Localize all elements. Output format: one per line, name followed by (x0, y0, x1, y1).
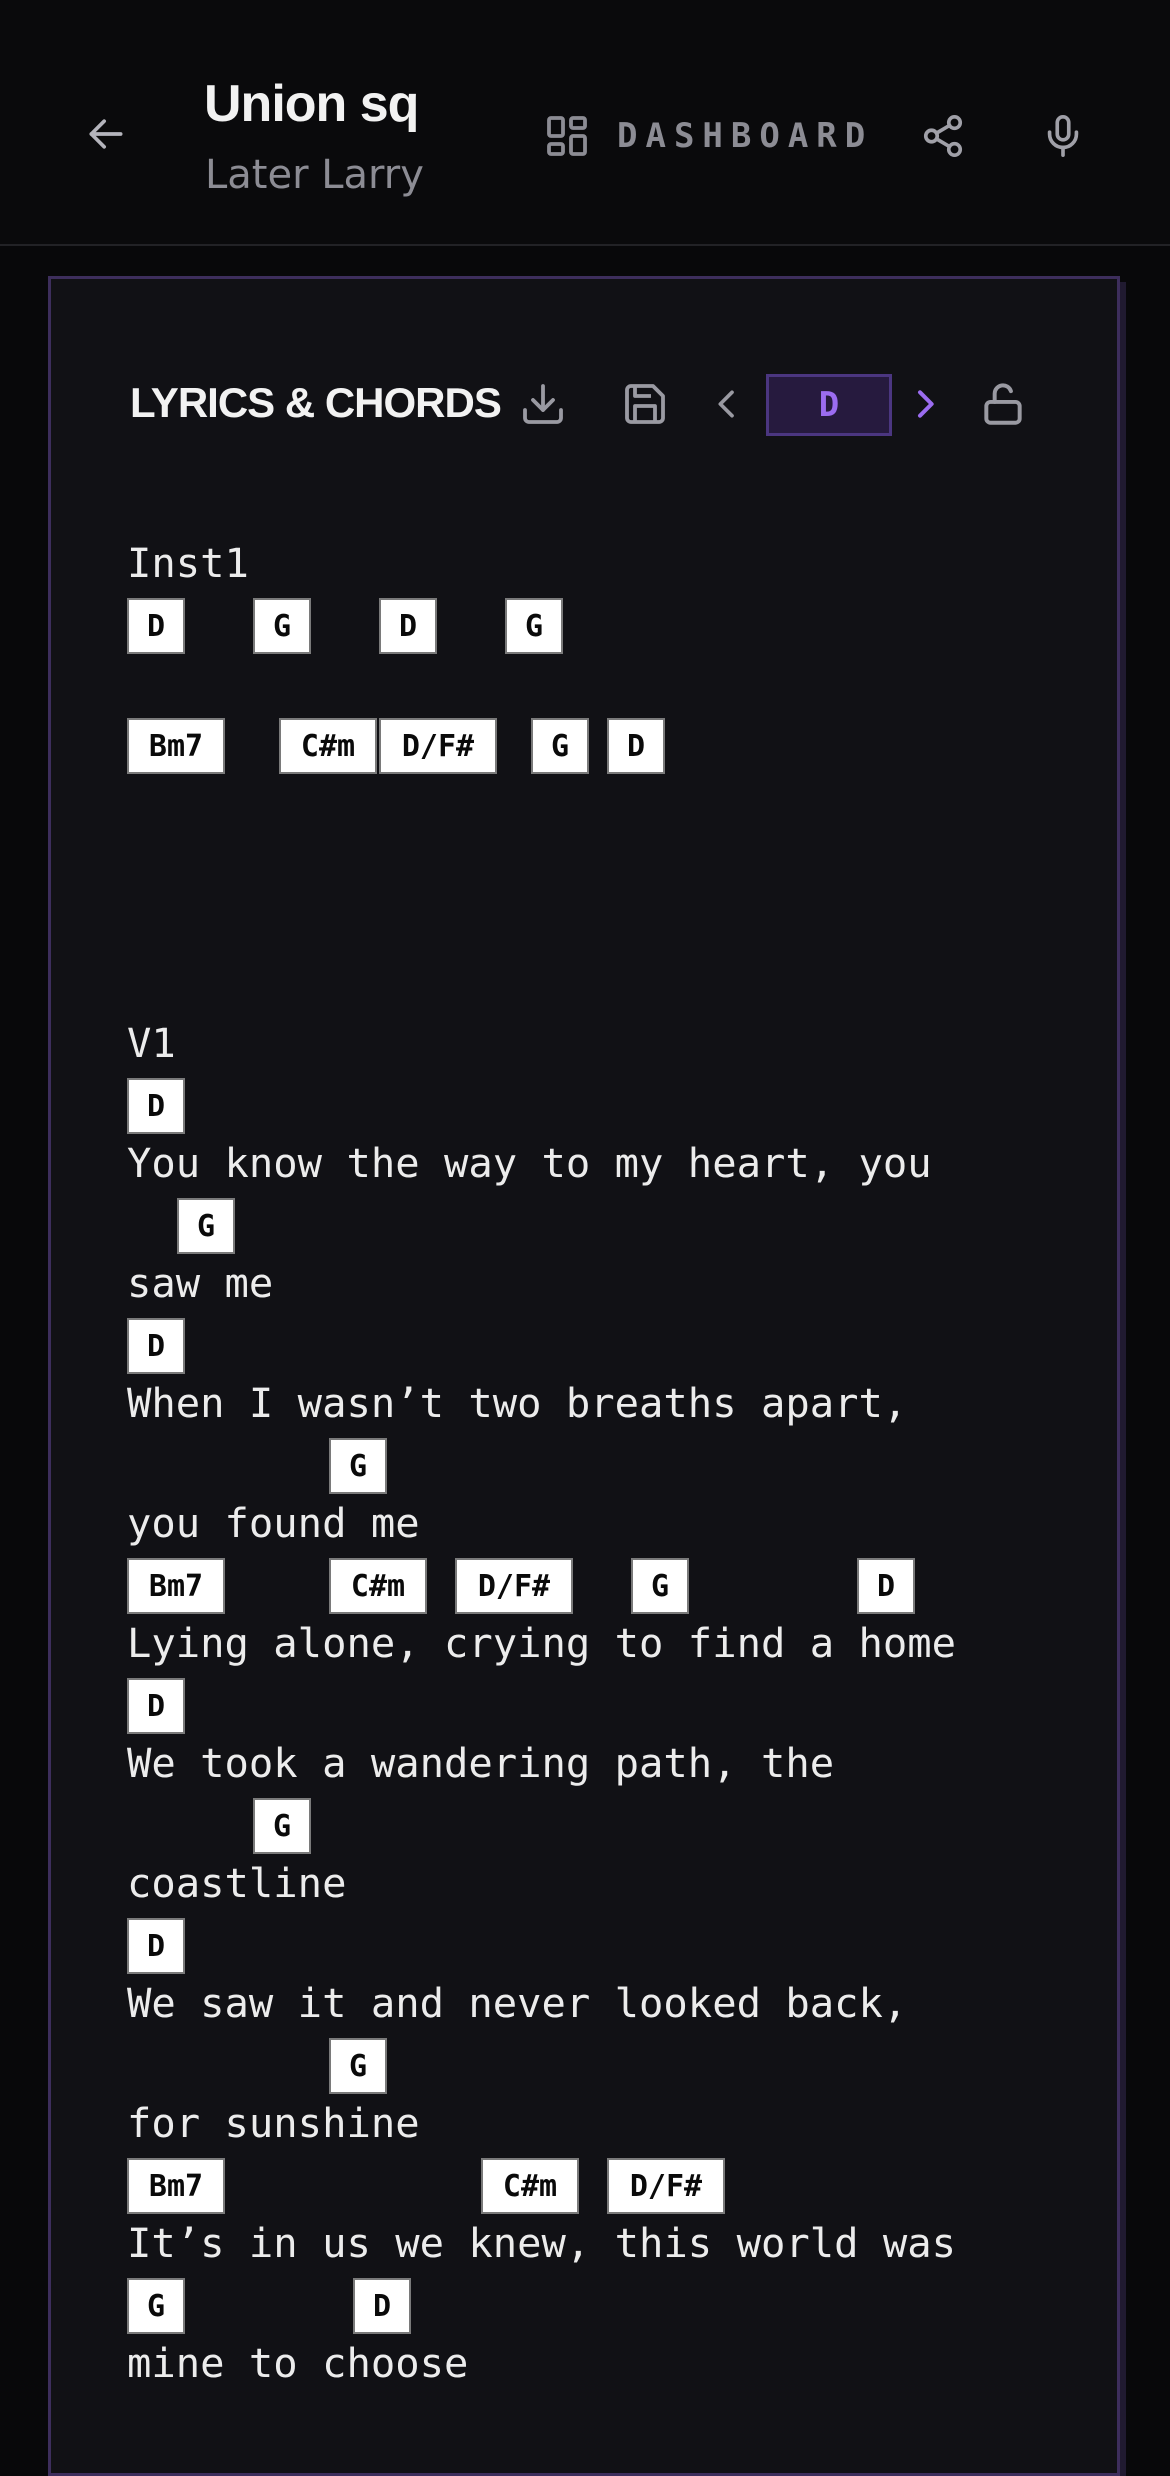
lyric-line: mine to choose (127, 2339, 469, 2387)
download-button[interactable] (515, 376, 571, 432)
previous-key-button[interactable] (705, 378, 749, 430)
chevron-right-icon (918, 390, 934, 418)
microphone-icon (1047, 115, 1079, 157)
chord-chip[interactable]: G (253, 598, 311, 654)
arrow-left-icon (89, 119, 123, 149)
save-button[interactable] (617, 376, 673, 432)
lyric-line: you found me (127, 1499, 420, 1547)
chord-chip[interactable]: G (531, 718, 589, 774)
chord-chip[interactable]: D (379, 598, 437, 654)
chord-chip[interactable]: D (127, 1678, 185, 1734)
chord-chip[interactable]: D (127, 1318, 185, 1374)
lyric-line: Lying alone, crying to find a home (127, 1619, 957, 1667)
dashboard-label: DASHBOARD (617, 116, 874, 156)
chord-chip[interactable]: G (329, 2038, 387, 2094)
chord-chip[interactable]: G (505, 598, 563, 654)
lyric-line: When I wasn’t two breaths apart, (127, 1379, 908, 1427)
chord-chip[interactable]: G (253, 1798, 311, 1854)
chord-chip[interactable]: D/F# (379, 718, 497, 774)
lyric-line: saw me (127, 1259, 274, 1307)
chord-chip[interactable]: G (127, 2278, 185, 2334)
unlock-icon (984, 383, 1022, 425)
lyric-line: We took a wandering path, the (127, 1739, 835, 1787)
lyric-line: We saw it and never looked back, (127, 1979, 908, 2027)
chord-chip[interactable]: D/F# (455, 1558, 573, 1614)
lyrics-chords-heading: LYRICS & CHORDS (130, 379, 502, 426)
chord-chip[interactable]: D (127, 598, 185, 654)
chord-chip[interactable]: D (353, 2278, 411, 2334)
current-key[interactable]: D (766, 374, 892, 436)
chord-chip[interactable]: D (607, 718, 665, 774)
chord-chip[interactable]: D (857, 1558, 915, 1614)
lyric-line: You know the way to my heart, you (127, 1139, 932, 1187)
section-label-v1: V1 (127, 1019, 176, 1067)
chord-chip[interactable]: Bm7 (127, 1558, 225, 1614)
back-button[interactable] (82, 110, 130, 158)
chord-chip[interactable]: D (127, 1078, 185, 1134)
chevron-left-icon (718, 390, 734, 418)
save-icon (625, 384, 665, 424)
chord-chip[interactable]: D (127, 1918, 185, 1974)
section-label-inst1: Inst1 (127, 539, 249, 587)
lyric-line: coastline (127, 1859, 347, 1907)
chord-chip[interactable]: G (329, 1438, 387, 1494)
chord-chip[interactable]: G (631, 1558, 689, 1614)
chord-chip[interactable]: Bm7 (127, 718, 225, 774)
chord-chip[interactable]: C#m (279, 718, 377, 774)
dashboard-button[interactable]: DASHBOARD (543, 108, 873, 164)
chord-chip[interactable]: G (177, 1198, 235, 1254)
share-button[interactable] (918, 110, 968, 162)
song-title: Union sq (204, 75, 419, 133)
dashboard-grid-icon (547, 116, 587, 156)
next-key-button[interactable] (903, 378, 947, 430)
lyric-line: for sunshine (127, 2099, 420, 2147)
lyric-line: It’s in us we knew, this world was (127, 2219, 957, 2267)
microphone-button[interactable] (1038, 108, 1088, 164)
lock-button[interactable] (973, 374, 1033, 434)
download-icon (523, 384, 563, 424)
chord-chip[interactable]: C#m (329, 1558, 427, 1614)
share-icon (923, 115, 963, 157)
chord-chip[interactable]: Bm7 (127, 2158, 225, 2214)
artist-name: Later Larry (205, 152, 424, 198)
top-bar: Union sq Later Larry DASHBOARD (0, 0, 1170, 246)
chord-chip[interactable]: D/F# (607, 2158, 725, 2214)
chord-chip[interactable]: C#m (481, 2158, 579, 2214)
